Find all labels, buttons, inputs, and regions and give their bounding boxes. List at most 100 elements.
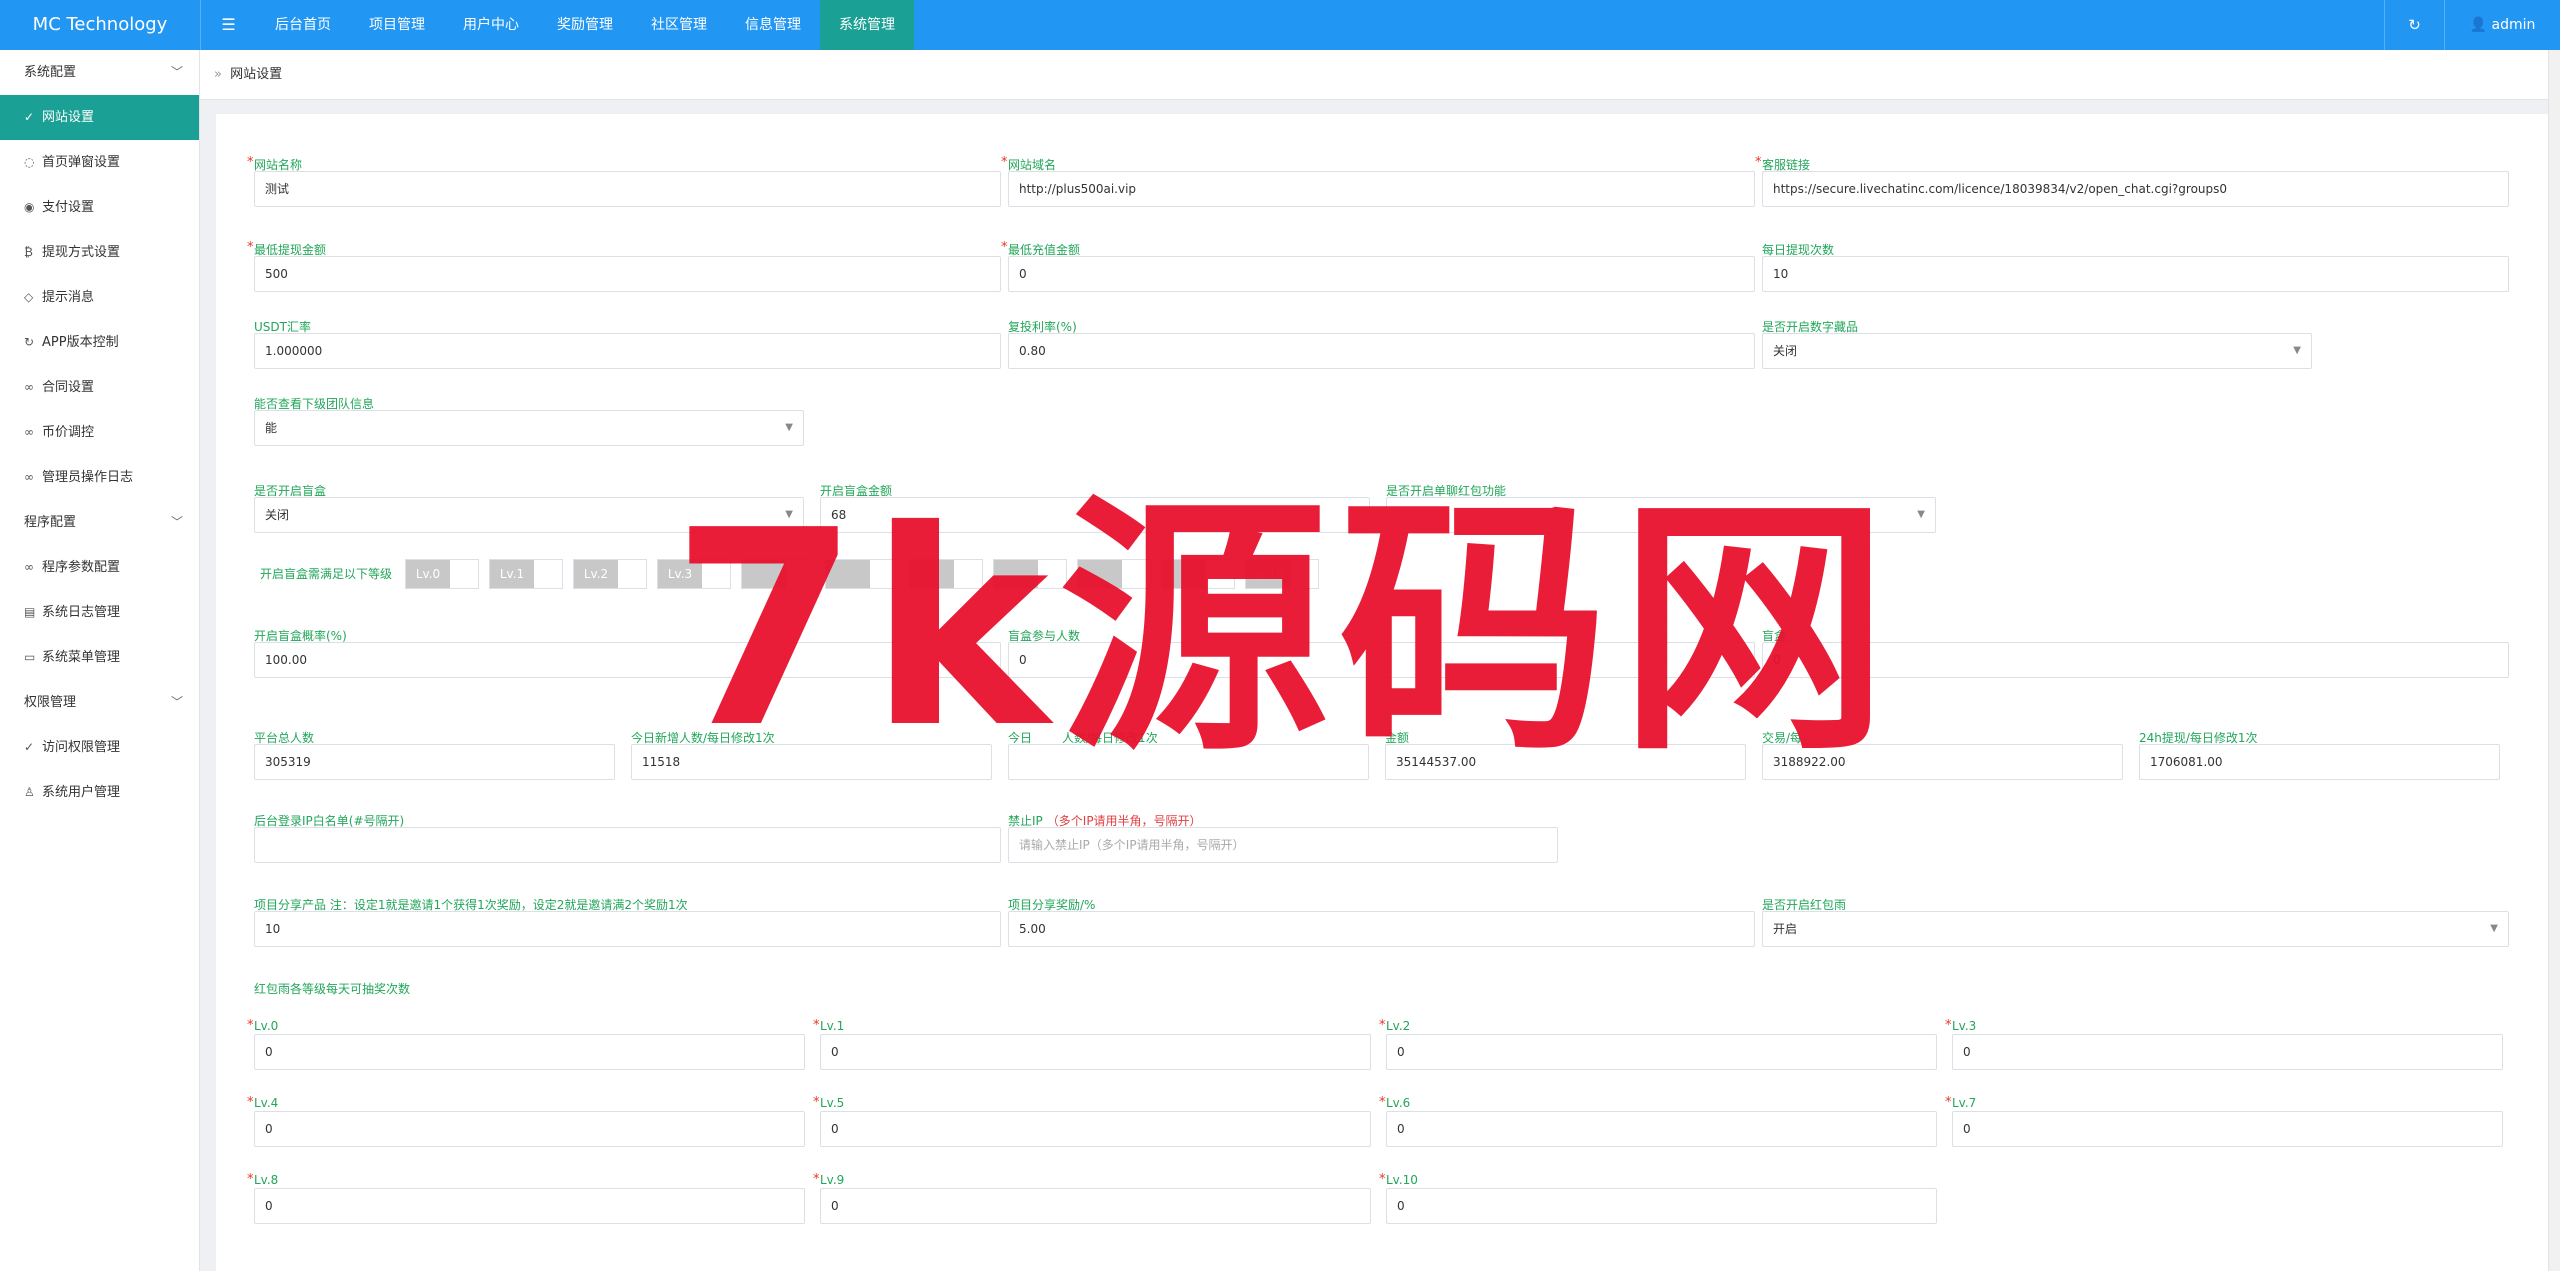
redpacket-lv5-input[interactable]: 0 — [820, 1111, 1371, 1147]
sidebar-group[interactable]: 系统配置 ﹀ — [0, 50, 199, 95]
level-checkbox[interactable] — [1161, 559, 1235, 589]
level-checkbox[interactable] — [993, 559, 1067, 589]
today-active-input[interactable] — [1008, 744, 1369, 780]
sidebar-item[interactable]: ◉ 支付设置 — [0, 185, 199, 230]
level-tag: Lv.2 — [574, 560, 618, 588]
min-withdraw-field: * 最低提现金额 500 — [247, 240, 1001, 293]
input-value: 5.00 — [1019, 922, 1046, 936]
sidebar-item[interactable]: ▤ 系统日志管理 — [0, 590, 199, 635]
label-text: 交易/每 — [1762, 731, 1803, 745]
user-menu[interactable]: 👤 admin — [2444, 0, 2560, 50]
redpacket-lv6-input[interactable]: 0 — [1386, 1111, 1937, 1147]
redpacket-lv3-input[interactable]: 0 — [1952, 1034, 2503, 1070]
level-tag — [1078, 560, 1122, 588]
blind-box-select[interactable]: 关闭 ▼ — [254, 497, 804, 533]
sidebar-item-label: 管理员操作日志 — [42, 470, 134, 485]
redpacket-lv9-input[interactable]: 0 — [820, 1188, 1371, 1224]
blind-box-amount-input[interactable]: 68 — [820, 497, 1370, 533]
withdraw-24h-input[interactable]: 1706081.00 — [2139, 744, 2500, 780]
breadcrumb-current[interactable]: 网站设置 — [230, 67, 282, 82]
reinvest-rate-field: 复投利率(%) 0.80 — [1008, 318, 1755, 370]
single-redpacket-select[interactable]: ▼ — [1386, 497, 1936, 533]
top-nav-item[interactable]: 奖励管理 — [538, 0, 632, 50]
trade-amount-input[interactable]: 3188922.00 — [1762, 744, 2123, 780]
level-checkbox[interactable]: Lv.2 — [573, 559, 647, 589]
top-nav-item[interactable]: 信息管理 — [726, 0, 820, 50]
min-withdraw-input[interactable]: 500 — [254, 256, 1001, 292]
sidebar-item[interactable]: ✓ 访问权限管理 — [0, 725, 199, 770]
refresh-icon[interactable]: ↻ — [2384, 0, 2444, 50]
site-domain-field: * 网站域名 http://plus500ai.vip — [1001, 155, 1755, 208]
redpacket-lv0-input[interactable]: 0 — [254, 1034, 805, 1070]
daily-withdraw-count-input[interactable]: 10 — [1762, 256, 2509, 292]
level-checkbox[interactable]: Lv.1 — [489, 559, 563, 589]
project-share-reward-input[interactable]: 5.00 — [1008, 911, 1755, 947]
label-text: 网站名称 — [254, 158, 303, 172]
top-nav-item[interactable]: 后台首页 — [256, 0, 350, 50]
service-link-input[interactable]: https://secure.livechatinc.com/licence/1… — [1762, 171, 2509, 207]
sidebar-item[interactable]: ✓ 网站设置 — [0, 95, 199, 140]
top-nav-item[interactable]: 用户中心 — [444, 0, 538, 50]
redpacket-lv8-input[interactable]: 0 — [254, 1188, 805, 1224]
level-checkbox[interactable]: Lv.3 — [657, 559, 731, 589]
login-ip-whitelist-field: 后台登录IP白名单(#号隔开) — [254, 812, 1001, 864]
label-text: 项目分享产品 注：设定1就是邀请1个获得1次奖励，设定2就是邀请满2个奖励1次 — [254, 898, 688, 912]
level-checkbox[interactable] — [1077, 559, 1151, 589]
digital-collection-select[interactable]: 关闭 ▼ — [1762, 333, 2312, 369]
site-name-input[interactable]: 测试 — [254, 171, 1001, 207]
label-text: Lv.8 — [254, 1173, 279, 1187]
sidebar-item[interactable]: ∞ 币价调控 — [0, 410, 199, 455]
view-team-select[interactable]: 能 ▼ — [254, 410, 804, 446]
label-text: 后台登录IP白名单(#号隔开) — [254, 814, 405, 828]
sidebar-item[interactable]: ♙ 系统用户管理 — [0, 770, 199, 815]
redpacket-lv10-input[interactable]: 0 — [1386, 1188, 1937, 1224]
sidebar-item[interactable]: ∞ 合同设置 — [0, 365, 199, 410]
sidebar-item[interactable]: ◇ 提示消息 — [0, 275, 199, 320]
redpacket-lv7-input[interactable]: 0 — [1952, 1111, 2503, 1147]
today-new-users-input[interactable]: 11518 — [631, 744, 992, 780]
sidebar-item[interactable]: ◌ 首页弹窗设置 — [0, 140, 199, 185]
redpacket-lv1-label: * Lv.1 — [813, 1018, 844, 1033]
sidebar-item[interactable]: ↻ APP版本控制 — [0, 320, 199, 365]
sidebar-item[interactable]: ∞ 程序参数配置 — [0, 545, 199, 590]
redpacket-lv8-label: * Lv.8 — [247, 1172, 279, 1187]
label-text: 是否开启数字藏品 — [1762, 320, 1859, 334]
top-nav-item[interactable]: 社区管理 — [632, 0, 726, 50]
site-domain-input[interactable]: http://plus500ai.vip — [1008, 171, 1755, 207]
level-checkbox[interactable]: Lv.0 — [405, 559, 479, 589]
sidebar-item[interactable]: ₿ 提现方式设置 — [0, 230, 199, 275]
total-users-input[interactable]: 305319 — [254, 744, 615, 780]
sidebar-item[interactable]: ∞ 管理员操作日志 — [0, 455, 199, 500]
redpacket-lv4-input[interactable]: 0 — [254, 1111, 805, 1147]
reinvest-rate-input[interactable]: 0.80 — [1008, 333, 1755, 369]
ip-blacklist-input[interactable]: 请输入禁止IP（多个IP请用半角，号隔开） — [1008, 827, 1558, 863]
level-checkbox[interactable] — [825, 559, 899, 589]
sidebar-item-label: 系统菜单管理 — [42, 650, 121, 665]
min-recharge-input[interactable]: 0 — [1008, 256, 1755, 292]
redpacket-rain-select[interactable]: 开启 ▼ — [1762, 911, 2509, 947]
top-nav-item[interactable]: 项目管理 — [350, 0, 444, 50]
login-ip-whitelist-input[interactable] — [254, 827, 1001, 863]
total-amount-input[interactable]: 35144537.00 — [1385, 744, 1746, 780]
shield-check-icon: ✓ — [24, 740, 35, 754]
sidebar-item-label: 币价调控 — [42, 425, 95, 440]
sidebar-group[interactable]: 权限管理 ﹀ — [0, 680, 199, 725]
menu-toggle-icon[interactable]: ☰ — [200, 0, 256, 50]
sidebar-group[interactable]: 程序配置 ﹀ — [0, 500, 199, 545]
blind-box-prob-input[interactable]: 100.00 — [254, 642, 1001, 678]
page-scrollbar[interactable] — [2548, 50, 2560, 1271]
top-nav-item[interactable]: 系统管理 — [820, 0, 914, 50]
redpacket-lv2-input[interactable]: 0 — [1386, 1034, 1937, 1070]
redpacket-lv1-input[interactable]: 0 — [820, 1034, 1371, 1070]
level-checkbox[interactable] — [909, 559, 983, 589]
usdt-rate-input[interactable]: 1.000000 — [254, 333, 1001, 369]
level-checkbox[interactable]: Lv.10 — [1245, 559, 1319, 589]
brand-logo[interactable]: MC Technology — [0, 0, 200, 50]
level-checkbox[interactable] — [741, 559, 815, 589]
blind-box-participants-input[interactable]: 0 — [1008, 642, 1755, 678]
sidebar-item[interactable]: ▭ 系统菜单管理 — [0, 635, 199, 680]
project-share-input[interactable]: 10 — [254, 911, 1001, 947]
input-value: 10 — [265, 922, 281, 936]
blind-box-misc-input[interactable]: 0 — [1762, 642, 2509, 678]
redpacket-rain-field: 是否开启红包雨 开启 ▼ — [1762, 896, 2509, 948]
